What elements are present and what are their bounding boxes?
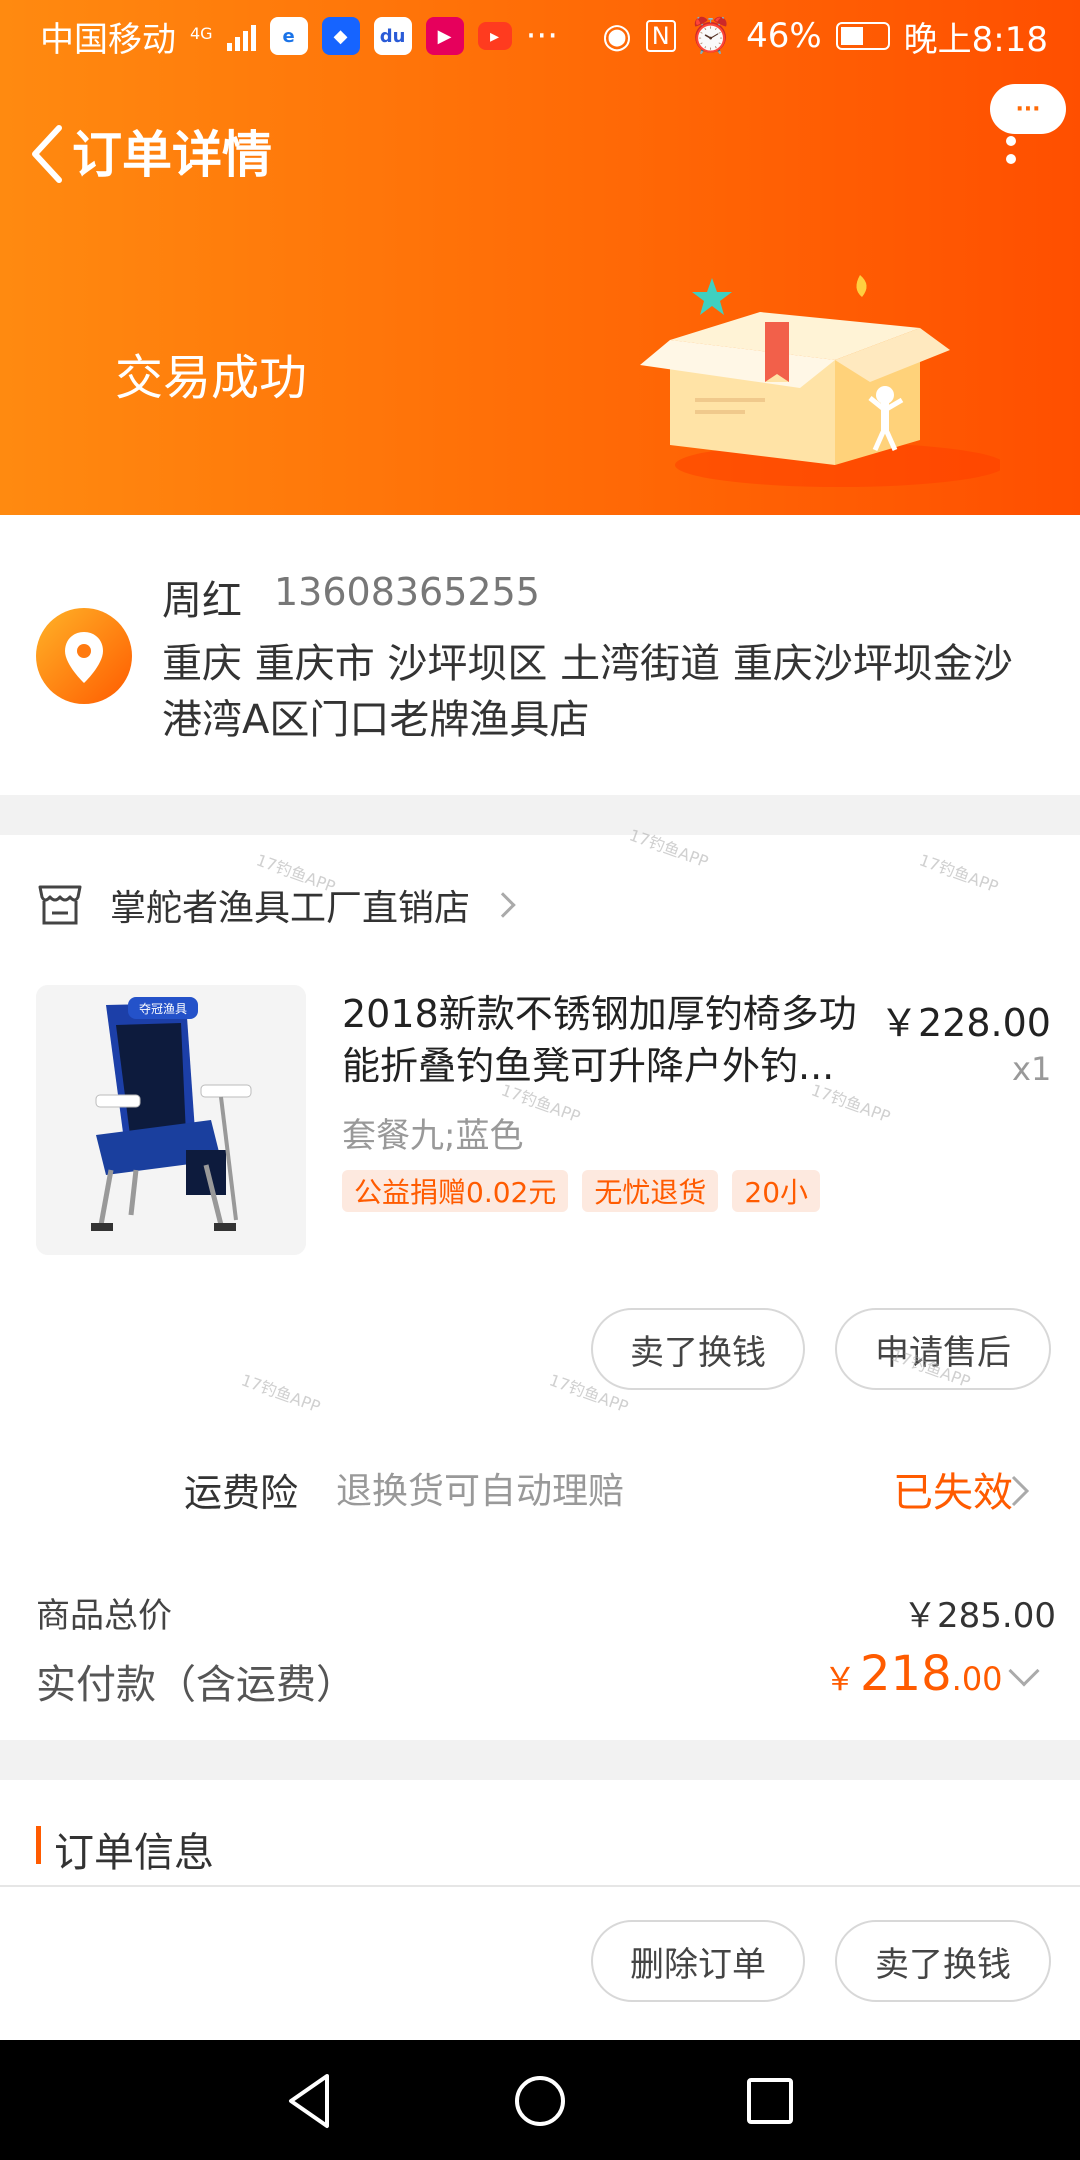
video-app-icon: ▶ [425,17,464,55]
paid-amount-label: 实付款（含运费） [36,1662,356,1708]
fishing-chair-image: 夺冠渔具 [36,985,306,1255]
nav-home-icon[interactable] [505,2066,575,2136]
more-dot-icon [1006,136,1016,146]
more-dot-icon [1006,154,1016,164]
network-label: 4G [190,23,213,43]
store-icon [38,885,82,925]
shipping-insurance-desc: 退换货可自动理赔 [336,1471,625,1512]
app-notification-icon: e [269,17,308,55]
divider [0,1885,1080,1887]
chevron-right-icon [490,892,516,918]
product-thumbnail[interactable]: 夺冠渔具 [36,985,306,1255]
alarm-icon: ⏰ [689,16,733,56]
sell-for-cash-button-bottom[interactable]: 卖了换钱 [835,1920,1051,2002]
recipient-phone: 13608365255 [274,570,540,614]
product-title[interactable]: 2018新款不锈钢加厚钓椅多功能折叠钓鱼凳可升降户外钓... [342,988,862,1092]
goods-total-value: ￥285.00 [903,1596,1056,1636]
delete-order-button[interactable]: 删除订单 [591,1920,805,2002]
free-return-tag: 无忧退货 [582,1170,719,1212]
battery-icon [835,22,890,50]
product-price: ￥228.00 [880,1001,1051,1045]
carrier-label: 中国移动 [40,19,176,60]
recipient-name: 周红 [162,578,242,624]
more-notifications-icon: ··· [525,16,559,56]
message-bubble-icon: ··· [990,84,1066,134]
nav-recents-icon[interactable] [735,2066,805,2136]
chevron-right-icon[interactable] [1010,1474,1030,1508]
shipping-insurance-label: 运费险 [184,1471,299,1515]
shield-app-icon: ◆ [321,17,360,55]
battery-label: 46% [746,16,822,56]
product-quantity: x1 [1012,1050,1052,1088]
sell-for-cash-button[interactable]: 卖了换钱 [591,1308,805,1390]
shop-link[interactable]: 掌舵者渔具工厂直销店 [36,870,516,940]
paid-currency: ￥ [824,1660,857,1698]
order-status-label: 交易成功 [115,350,308,406]
chair-brand-text: 夺冠渔具 [139,1002,187,1016]
time-label: 晚上8:18 [903,19,1048,60]
shipping-time-tag: 20小 [732,1170,821,1212]
signal-icon [226,21,256,51]
nfc-icon: N [645,20,676,52]
more-options-button[interactable]: ··· [990,84,1068,170]
paid-cents: .00 [951,1660,1003,1698]
page-title: 订单详情 [72,126,272,184]
play-app-icon: ▸ [477,22,512,50]
shipping-insurance-status[interactable]: 已失效 [893,1460,1013,1518]
baidu-app-icon: du [373,17,412,55]
location-pin-icon [36,608,132,704]
section-accent-bar [36,1826,41,1864]
eye-comfort-icon: ◉ [602,16,632,56]
back-button[interactable] [16,114,78,194]
paid-amount-value: ￥ 218 .00 [824,1646,1003,1702]
nav-bar: 订单详情 [0,110,1080,200]
status-bar: 中国移动 4G e ◆ du ▶ ▸ ··· ◉ N ⏰ 46% 晚上8:18 [0,0,1080,72]
shipping-address: 重庆 重庆市 沙坪坝区 土湾街道 重庆沙坪坝金沙港湾A区门口老牌渔具店 [162,641,1013,743]
shop-name: 掌舵者渔具工厂直销店 [110,888,471,929]
parcel-box-illustration [640,275,1000,487]
product-spec: 套餐九;蓝色 [342,1116,524,1156]
goods-total-label: 商品总价 [36,1596,172,1636]
system-nav-bar [0,2040,1080,2160]
back-arrow-icon [32,125,62,183]
charity-tag: 公益捐赠0.02元 [342,1170,569,1212]
paid-integer: 218 [860,1646,952,1702]
product-tags: 公益捐赠0.02元 无忧退货 20小 [342,1170,821,1212]
order-info-title: 订单信息 [54,1830,214,1876]
nav-back-icon[interactable] [275,2066,345,2136]
